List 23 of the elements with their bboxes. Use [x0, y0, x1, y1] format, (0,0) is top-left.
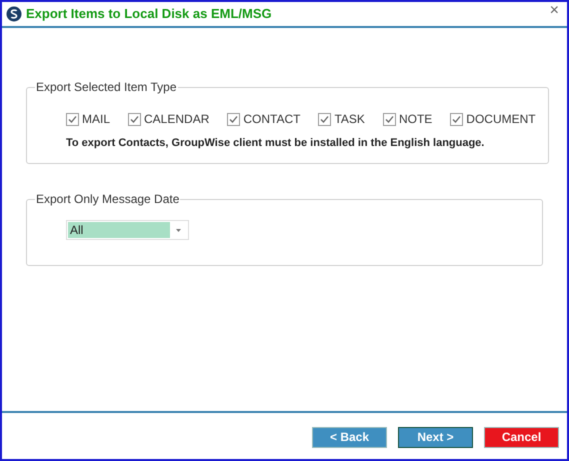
dialog-button[interactable]: Next > [398, 426, 473, 448]
note-text: To export Contacts, GroupWise client must be installed in the English language. [65, 136, 486, 151]
group-legend: Export Only Message Date [35, 190, 180, 208]
caret-icon [176, 228, 181, 232]
checkbox[interactable] [450, 112, 464, 126]
checkbox[interactable] [382, 112, 396, 126]
checkbox-label: DOCUMENT [466, 111, 536, 128]
checkbox-label: CALENDAR [144, 111, 210, 128]
checkbox-label: CONTACT [243, 111, 300, 128]
group-legend: Export Selected Item Type [35, 78, 178, 96]
checkbox-label: TASK [334, 111, 365, 128]
checkbox[interactable] [66, 112, 79, 126]
close-button[interactable]: × [550, 3, 559, 19]
logo-icon [6, 6, 22, 22]
dialog-button[interactable]: < Back [312, 426, 387, 448]
checkbox[interactable] [318, 112, 332, 126]
dialog-button[interactable]: Cancel [484, 426, 559, 448]
checkbox-label: MAIL [82, 111, 110, 128]
window-title: Export Items to Local Disk as EML/MSG [26, 5, 272, 24]
checkbox[interactable] [227, 112, 240, 126]
checkbox[interactable] [128, 112, 142, 126]
date-dropdown[interactable]: All [66, 220, 189, 240]
checkbox-label: NOTE [398, 111, 432, 128]
